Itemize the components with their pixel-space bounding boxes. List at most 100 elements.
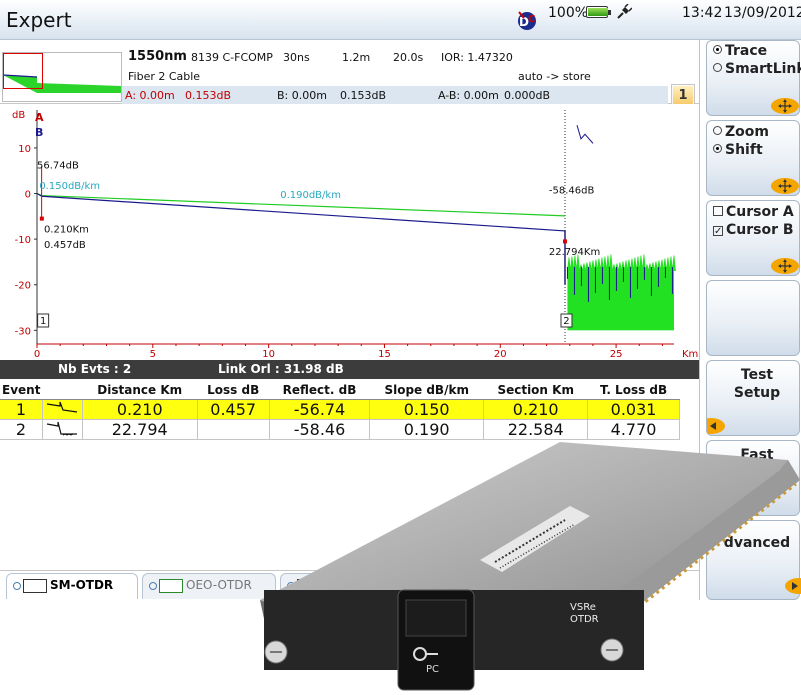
col-slope: Slope dB/km — [369, 381, 484, 400]
y-tick-label: -20 — [15, 281, 31, 292]
table-row[interactable]: 2 22.794 -58.46 0.190 22.584 4.770 — [0, 419, 680, 440]
delta-level: 0.000dB — [504, 89, 551, 102]
test-setup-label-2: Setup — [733, 385, 781, 401]
option-zoom[interactable]: Zoom — [713, 124, 769, 140]
col-type — [42, 381, 83, 400]
col-section: Section Km — [483, 381, 588, 400]
option-smartlink[interactable]: SmartLink — [713, 61, 801, 77]
trace-plot: 10 0 -10 -20 -30 0 5 10 15 20 25 dB Km AB 56.74dB 0.150… — [12, 110, 698, 360]
annotation-1: 56.74dB — [37, 160, 79, 171]
title-bar: Expert D C 100% 13:42 13/09/2012 — [0, 0, 801, 40]
link-orl: Link Orl : 31.98 dB — [218, 362, 344, 376]
left-arrow-icon — [707, 418, 725, 434]
event-reflectance: -56.74 — [269, 399, 371, 420]
annotation-3: 0.190dB/km — [280, 190, 341, 201]
app-title: Expert — [6, 8, 72, 32]
joystick-icon — [771, 98, 799, 114]
option-label: Trace — [725, 43, 768, 59]
event-distance: 0.210 — [82, 399, 198, 420]
y-tick-label: -10 — [15, 235, 31, 246]
tab-radio-icon — [13, 581, 21, 590]
cursor-b-level: 0.153dB — [340, 89, 387, 102]
plug-icon — [617, 4, 632, 19]
svg-text:C: C — [528, 14, 535, 25]
event-type — [42, 399, 83, 420]
annotation-7: 22.794Km — [549, 247, 600, 258]
connector-label: PC — [426, 664, 439, 675]
trace-mode-button[interactable]: Trace SmartLink — [706, 40, 801, 116]
annotation-5: 0.210Km — [44, 224, 89, 235]
zoom-window — [3, 53, 43, 89]
module: 8139 C-FCOMP — [191, 51, 273, 64]
tab-label: SM-OTDR — [50, 578, 114, 592]
overview-glitch — [576, 124, 594, 144]
otdr-trace-chart[interactable]: 10 0 -10 -20 -30 0 5 10 15 20 25 dB Km A B 56.74dB 0.150… — [0, 104, 699, 360]
event-total-loss: 4.770 — [587, 419, 680, 440]
x-tick-label: 0 — [34, 349, 40, 360]
pulse: 30ns — [283, 51, 310, 64]
x-tick-label: 10 — [262, 349, 275, 360]
joystick-icon — [771, 178, 799, 194]
cursor-button[interactable]: Cursor A ✓ Cursor B — [706, 200, 800, 276]
events-summary-bar: Nb Evts : 2 Link Orl : 31.98 dB — [0, 360, 699, 379]
radio-selected-icon — [713, 144, 722, 153]
option-cursor-b[interactable]: ✓ Cursor B — [713, 222, 794, 238]
y-tick-label: -30 — [15, 326, 31, 337]
checkbox-checked-icon: ✓ — [713, 226, 723, 237]
col-event: Event — [0, 381, 43, 400]
cursor-readout: A: 0.00m 0.153dB B: 0.00m 0.153dB A-B: 0… — [122, 86, 668, 104]
option-cursor-a[interactable]: Cursor A — [713, 204, 794, 220]
zoom-shift-button[interactable]: Zoom Shift — [706, 120, 800, 196]
cursor-a-label: A — [35, 111, 44, 124]
trace-tab-1[interactable]: 1 — [673, 86, 693, 106]
event-slope: 0.150 — [369, 399, 485, 420]
y-tick-label: 0 — [25, 190, 31, 201]
radio-selected-icon — [713, 45, 722, 54]
event-distance: 22.794 — [82, 419, 198, 440]
clock: 13:42 — [682, 5, 723, 21]
table-row[interactable]: 1 0.210 0.457 -56.74 0.150 0.210 0.031 — [0, 399, 680, 420]
reflective-event-icon — [47, 401, 78, 413]
annotation-2: 0.150dB/km — [39, 181, 100, 192]
option-trace[interactable]: Trace — [713, 43, 767, 59]
option-label: SmartLink — [725, 61, 801, 77]
event-total-loss: 0.031 — [587, 399, 680, 420]
col-reflectance: Reflect. dB — [269, 381, 370, 400]
vdc-logo-icon: D C — [518, 11, 536, 30]
option-label: Zoom — [725, 124, 769, 140]
empty-softkey[interactable] — [706, 280, 800, 356]
x-tick-label: 5 — [150, 349, 156, 360]
annotation-4: -58.46dB — [549, 186, 595, 197]
otdr-screen: Expert D C 100% 13:42 13/09/2012 1550nm … — [0, 0, 801, 695]
otdr-trace-icon — [23, 578, 47, 593]
x-tick-label: 25 — [610, 349, 623, 360]
battery-icon — [586, 6, 611, 18]
cursor-b-label: B — [35, 126, 43, 139]
model-label-1: VSRe — [570, 602, 596, 613]
tab-sm-otdr[interactable]: SM-OTDR — [6, 573, 138, 599]
event-number: 1 — [0, 399, 43, 420]
col-loss: Loss dB — [197, 381, 270, 400]
event-loss: 0.457 — [197, 399, 270, 420]
y-tick-label: 10 — [18, 144, 31, 155]
ior: IOR: 1.47320 — [441, 51, 513, 64]
test-setup-button[interactable]: Test Setup — [706, 360, 800, 436]
wavelength: 1550nm — [128, 49, 187, 64]
model-label-2: OTDR — [570, 614, 599, 625]
option-label: Shift — [725, 142, 763, 158]
x-tick-label: 20 — [494, 349, 507, 360]
option-shift[interactable]: Shift — [713, 142, 763, 158]
resolution: 1.2m — [342, 51, 371, 64]
store-mode: auto -> store — [518, 70, 591, 83]
battery-percent: 100% — [548, 5, 589, 21]
overview-thumbnail[interactable] — [2, 52, 122, 102]
event-section: 22.584 — [483, 419, 589, 440]
events-table: Event Distance Km Loss dB Reflect. dB Sl… — [0, 381, 680, 440]
radio-icon — [713, 126, 722, 135]
date: 13/09/2012 — [724, 5, 801, 21]
event-loss — [197, 419, 270, 440]
x-unit-label: Km — [682, 349, 698, 360]
delta-position: A-B: 0.00m — [438, 89, 499, 102]
cursor-a-position: A: 0.00m — [125, 89, 175, 102]
tab-radio-icon — [149, 581, 157, 590]
